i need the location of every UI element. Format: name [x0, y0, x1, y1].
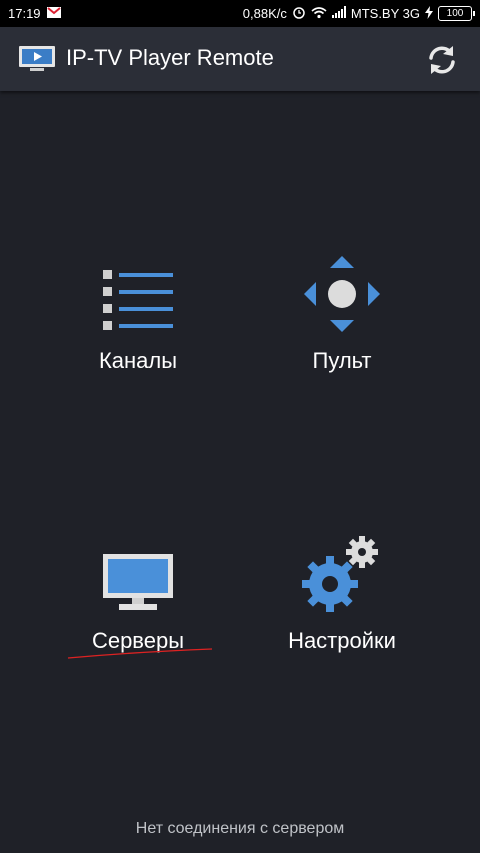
alarm-icon [292, 5, 306, 22]
settings-button[interactable]: Настройки [242, 528, 442, 698]
connection-status: Нет соединения с сервером [135, 820, 345, 837]
dpad-icon [302, 248, 382, 334]
gmail-icon [46, 6, 61, 21]
settings-label: Настройки [288, 628, 396, 653]
channels-label: Каналы [98, 348, 178, 373]
status-carrier: MTS.BY 3G [350, 6, 420, 21]
status-time: 17:19 [8, 6, 41, 21]
red-underline-mark [67, 648, 213, 659]
monitor-icon [101, 528, 175, 614]
status-bar: 17:19 0,88K/c MTS.BY 3G 100 [0, 0, 480, 27]
app-title: IP-TV Player Remote [66, 45, 274, 70]
signal-icon [331, 6, 346, 21]
charging-icon [425, 5, 433, 22]
servers-button[interactable]: Серверы [38, 528, 238, 698]
status-speed: 0,88K/c [242, 6, 287, 21]
channels-button[interactable]: Каналы [38, 248, 238, 418]
wifi-icon [311, 6, 327, 22]
list-icon [101, 248, 175, 334]
remote-label: Пульт [312, 348, 372, 373]
refresh-icon[interactable] [424, 42, 460, 78]
remote-button[interactable]: Пульт [242, 248, 442, 418]
tv-play-icon [18, 45, 56, 78]
app-bar: IP-TV Player Remote [0, 27, 480, 91]
gears-icon [300, 528, 384, 614]
battery-level: 100 [446, 8, 464, 19]
battery-icon: 100 [438, 6, 475, 21]
